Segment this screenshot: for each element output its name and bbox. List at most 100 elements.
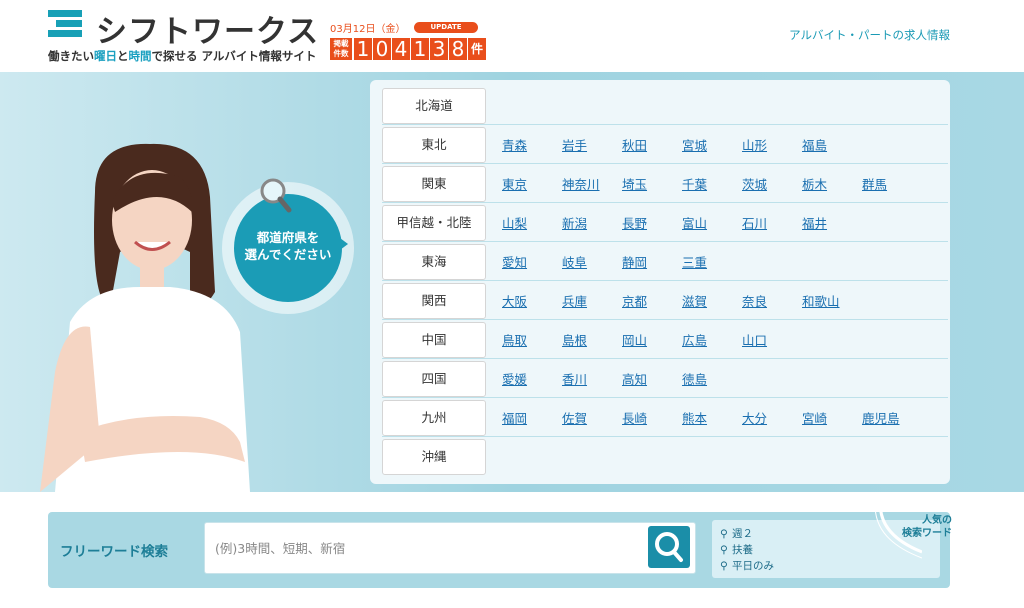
prefecture-link[interactable]: 香川 <box>562 369 587 388</box>
region-button[interactable]: 四国 <box>382 361 486 397</box>
update-badge: UPDATE <box>414 22 478 33</box>
prefecture-link[interactable]: 山形 <box>742 135 767 154</box>
prefecture-link[interactable]: 愛知 <box>502 252 527 271</box>
prefecture-link[interactable]: 千葉 <box>682 174 707 193</box>
prefecture-link[interactable]: 栃木 <box>802 174 827 193</box>
logo-mark-icon <box>48 8 90 44</box>
region-button[interactable]: 関東 <box>382 166 486 202</box>
prefecture-link[interactable]: 高知 <box>622 369 647 388</box>
prefecture-link[interactable]: 神奈川 <box>562 174 600 193</box>
popular-keyword-link[interactable]: ⚲ 扶養 <box>720 542 753 557</box>
prefecture-link[interactable]: 広島 <box>682 330 707 349</box>
region-row: 関西 大阪 兵庫 京都 滋賀 奈良 和歌山 <box>382 281 948 320</box>
prefecture-link[interactable]: 新潟 <box>562 213 587 232</box>
prefecture-link[interactable]: 鹿児島 <box>862 408 900 427</box>
prefecture-link[interactable]: 滋賀 <box>682 291 707 310</box>
prefecture-link[interactable]: 福岡 <box>502 408 527 427</box>
prefecture-link[interactable]: 熊本 <box>682 408 707 427</box>
region-selector: 北海道 東北 青森 岩手 秋田 宮城 山形 福島関東 東京 神奈川 埼玉 千葉 茨城 栃木 群馬甲信越・北陸… <box>370 80 950 484</box>
counter-digit: 8 <box>449 38 467 60</box>
prefecture-link[interactable]: 島根 <box>562 330 587 349</box>
region-row: 沖縄 <box>382 437 948 476</box>
region-row: 中国 鳥取 島根 岡山 広島 山口 <box>382 320 948 359</box>
popular-title: 人気の 検索ワード <box>902 515 952 539</box>
speech-bubble-tail <box>340 238 348 250</box>
region-button[interactable]: 沖縄 <box>382 439 486 475</box>
search-icon: ⚲ <box>720 528 728 540</box>
prefecture-link[interactable]: 岩手 <box>562 135 587 154</box>
prefecture-link[interactable]: 奈良 <box>742 291 767 310</box>
region-row: 東北 青森 岩手 秋田 宮城 山形 福島 <box>382 125 948 164</box>
popular-keyword-link[interactable]: ⚲ 平日のみ <box>720 558 774 573</box>
popular-keyword-link[interactable]: ⚲ 週２ <box>720 526 753 541</box>
logo-name: シフトワークス <box>96 14 320 50</box>
prefecture-link[interactable]: 愛媛 <box>502 369 527 388</box>
prefecture-link[interactable]: 青森 <box>502 135 527 154</box>
region-row: 北海道 <box>382 86 948 125</box>
prefecture-link[interactable]: 岡山 <box>622 330 647 349</box>
region-button[interactable]: 東海 <box>382 244 486 280</box>
prefecture-link[interactable]: 宮城 <box>682 135 707 154</box>
prefecture-link[interactable]: 埼玉 <box>622 174 647 193</box>
counter-digit: 1 <box>354 38 372 60</box>
prefecture-link[interactable]: 和歌山 <box>802 291 840 310</box>
search-icon: ⚲ <box>720 544 728 556</box>
region-row: 甲信越・北陸 山梨 新潟 長野 富山 石川 福井 <box>382 203 948 242</box>
search-input[interactable] <box>204 522 696 574</box>
counter-digit: 1 <box>411 38 429 60</box>
search-icon: ⚲ <box>720 560 728 572</box>
counter-label: 掲載 件数 <box>330 38 352 60</box>
search-label: フリーワード検索 <box>60 544 168 560</box>
region-row: 九州 福岡 佐賀 長崎 熊本 大分 宮崎 鹿児島 <box>382 398 948 437</box>
prefecture-link[interactable]: 佐賀 <box>562 408 587 427</box>
prefecture-link[interactable]: 京都 <box>622 291 647 310</box>
magnifier-icon <box>260 178 292 213</box>
counter-digit: 3 <box>430 38 448 60</box>
region-row: 関東 東京 神奈川 埼玉 千葉 茨城 栃木 群馬 <box>382 164 948 203</box>
prefecture-link[interactable]: 長野 <box>622 213 647 232</box>
counter-digit: 0 <box>373 38 391 60</box>
woman-photo <box>40 143 250 492</box>
prefecture-link[interactable]: 宮崎 <box>802 408 827 427</box>
prefecture-link[interactable]: 群馬 <box>862 174 887 193</box>
hero-section: 都道府県を 選んでください 北海道 東北 青森 岩手 秋田 宮城 山形 福島 関東 東京 神奈川 埼玉… <box>0 72 1024 492</box>
header-jobs-link[interactable]: アルバイト・パートの求人情報 <box>789 27 950 43</box>
counter-digit: 4 <box>392 38 410 60</box>
prefecture-link[interactable]: 秋田 <box>622 135 647 154</box>
counter-unit: 件 <box>468 38 486 60</box>
prefecture-link[interactable]: 鳥取 <box>502 330 527 349</box>
prefecture-link[interactable]: 福井 <box>802 213 827 232</box>
listing-counter: 03月12日（金） UPDATE 掲載 件数 1 0 4 1 3 8 件 <box>330 20 500 64</box>
prefecture-link[interactable]: 福島 <box>802 135 827 154</box>
site-header: シフトワークス 働きたい曜日と時間で探せる アルバイト情報サイト 03月12日（… <box>0 0 1024 72</box>
free-word-search: フリーワード検索 ⚲週２ ⚲扶養 ⚲平日のみ <box>48 512 950 588</box>
region-button[interactable]: 関西 <box>382 283 486 319</box>
region-button[interactable]: 甲信越・北陸 <box>382 205 486 241</box>
prefecture-link[interactable]: 静岡 <box>622 252 647 271</box>
prefecture-link[interactable]: 徳島 <box>682 369 707 388</box>
prefecture-link[interactable]: 山口 <box>742 330 767 349</box>
site-logo[interactable]: シフトワークス 働きたい曜日と時間で探せる アルバイト情報サイト <box>48 8 318 68</box>
region-button[interactable]: 九州 <box>382 400 486 436</box>
search-icon <box>655 532 683 562</box>
region-row: 東海 愛知 岐阜 静岡 三重 <box>382 242 948 281</box>
prefecture-link[interactable]: 岐阜 <box>562 252 587 271</box>
prefecture-link[interactable]: 長崎 <box>622 408 647 427</box>
region-row: 四国 愛媛 香川 高知 徳島 <box>382 359 948 398</box>
prefecture-link[interactable]: 大阪 <box>502 291 527 310</box>
counter-digits: 1 0 4 1 3 8 件 <box>354 38 486 60</box>
prefecture-link[interactable]: 茨城 <box>742 174 767 193</box>
region-button[interactable]: 東北 <box>382 127 486 163</box>
prefecture-link[interactable]: 大分 <box>742 408 767 427</box>
prefecture-link[interactable]: 山梨 <box>502 213 527 232</box>
search-button[interactable] <box>648 526 690 568</box>
prefecture-link[interactable]: 富山 <box>682 213 707 232</box>
prefecture-link[interactable]: 兵庫 <box>562 291 587 310</box>
prefecture-link[interactable]: 東京 <box>502 174 527 193</box>
prefecture-link[interactable]: 三重 <box>682 252 707 271</box>
counter-date: 03月12日（金） <box>330 24 406 35</box>
region-button[interactable]: 中国 <box>382 322 486 358</box>
logo-tagline: 働きたい曜日と時間で探せる アルバイト情報サイト <box>48 49 317 63</box>
prefecture-link[interactable]: 石川 <box>742 213 767 232</box>
region-button[interactable]: 北海道 <box>382 88 486 124</box>
